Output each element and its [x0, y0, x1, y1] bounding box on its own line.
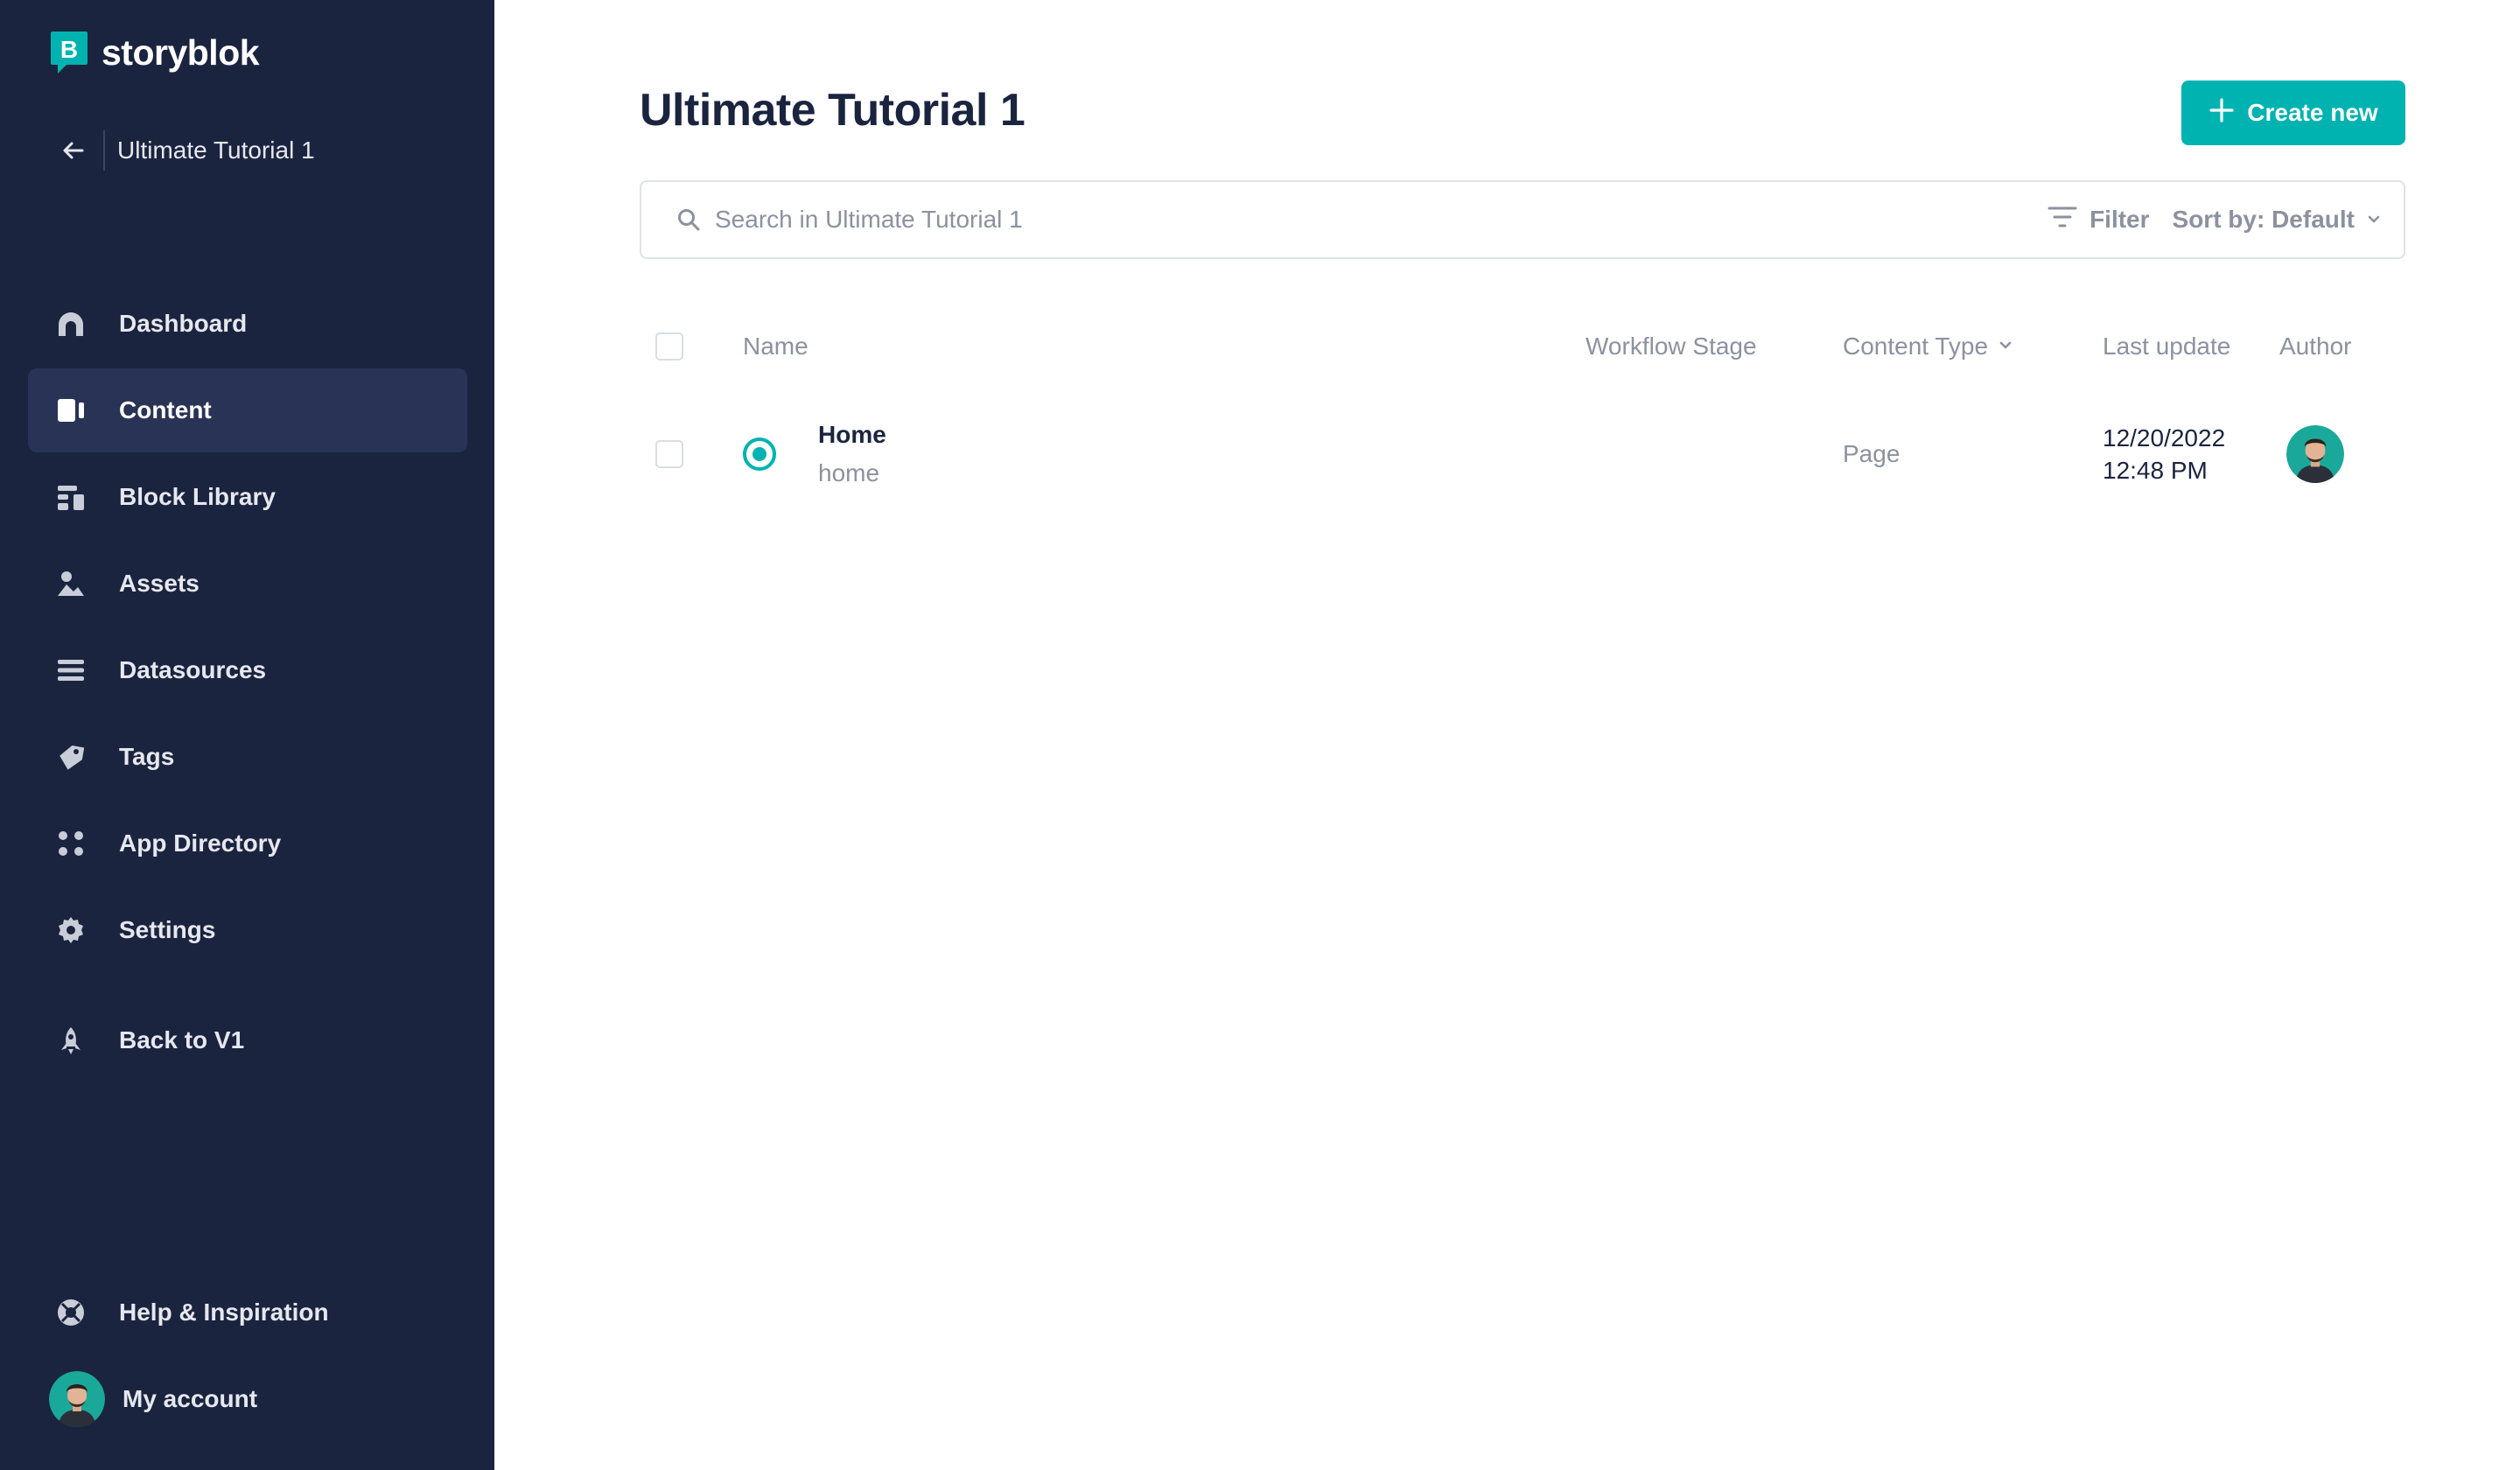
sidebar-item-label: Block Library	[119, 483, 276, 510]
column-header-last-update[interactable]: Last update	[2103, 332, 2230, 360]
sidebar-item-label: Content	[119, 396, 212, 424]
create-new-label: Create new	[2247, 99, 2378, 126]
filter-icon	[2048, 205, 2077, 235]
project-back-link[interactable]: Ultimate Tutorial 1	[49, 130, 315, 171]
filter-button[interactable]: Filter	[2048, 205, 2150, 235]
datasources-icon	[54, 654, 88, 687]
last-update-cell: 12/20/2022 12:48 PM	[2103, 422, 2225, 486]
sidebar-item-label: Dashboard	[119, 310, 248, 337]
block-library-icon	[54, 480, 88, 514]
arrow-left-icon	[58, 135, 89, 166]
sidebar-item-label: App Directory	[119, 830, 282, 857]
sidebar-item-label: Help & Inspiration	[119, 1298, 329, 1326]
column-header-author[interactable]: Author	[2279, 332, 2352, 360]
author-avatar[interactable]	[2286, 425, 2344, 483]
sidebar-item-label: Settings	[119, 916, 216, 943]
sidebar-item-settings[interactable]: Settings	[28, 888, 467, 972]
sidebar-item-dashboard[interactable]: Dashboard	[28, 282, 467, 366]
page-title: Ultimate Tutorial 1	[640, 85, 1026, 136]
search-icon	[676, 207, 701, 232]
create-new-button[interactable]: Create new	[2181, 80, 2405, 145]
update-date: 12/20/2022	[2103, 424, 2226, 452]
lifebuoy-icon	[54, 1296, 88, 1329]
sidebar-item-tags[interactable]: Tags	[28, 715, 467, 799]
divider	[103, 130, 105, 171]
sidebar-item-app-directory[interactable]: App Directory	[28, 802, 467, 886]
table-header: Name Workflow Stage Content Type Last up…	[640, 320, 2405, 373]
sidebar-item-label: Tags	[119, 743, 175, 770]
main-content: Ultimate Tutorial 1 Create new Filter So…	[494, 0, 2520, 1470]
svg-text:B: B	[60, 36, 78, 63]
sidebar-nav: Dashboard Content Block Library Assets D…	[28, 282, 467, 1085]
column-header-label: Content Type	[1843, 332, 1989, 360]
app-directory-icon	[54, 827, 88, 860]
update-time: 12:48 PM	[2103, 457, 2208, 484]
table-row[interactable]: Home home Page 12/20/2022 12:48 PM	[640, 406, 2405, 502]
column-header-content-type[interactable]: Content Type	[1843, 320, 2014, 373]
rocket-icon	[54, 1024, 88, 1057]
sidebar-item-block-library[interactable]: Block Library	[28, 455, 467, 539]
sidebar-item-datasources[interactable]: Datasources	[28, 628, 467, 712]
avatar	[49, 1371, 105, 1427]
row-checkbox[interactable]	[655, 440, 683, 468]
sidebar-item-label: Datasources	[119, 656, 267, 683]
gear-icon	[54, 914, 88, 947]
sidebar-footer: Help & Inspiration My account	[28, 1270, 467, 1441]
sidebar-item-label: Back to V1	[119, 1026, 245, 1054]
chevron-down-icon	[1997, 336, 2014, 358]
chevron-down-icon	[2365, 206, 2383, 234]
select-all-checkbox[interactable]	[655, 332, 683, 360]
search-bar: Filter Sort by: Default	[640, 180, 2405, 259]
project-name: Ultimate Tutorial 1	[117, 136, 315, 164]
dashboard-icon	[54, 307, 88, 340]
sidebar-item-label: Assets	[119, 570, 200, 597]
filter-label: Filter	[2090, 206, 2150, 233]
column-header-name[interactable]: Name	[743, 332, 808, 360]
sidebar-item-help[interactable]: Help & Inspiration	[28, 1270, 467, 1354]
story-name[interactable]: Home	[818, 421, 886, 449]
plus-icon	[2208, 97, 2235, 130]
search-input[interactable]	[715, 193, 2048, 246]
sidebar-item-back-to-v1[interactable]: Back to V1	[28, 998, 467, 1082]
sidebar: B storyblok Ultimate Tutorial 1 Dashboar…	[0, 0, 494, 1470]
brand-logo[interactable]: B storyblok	[49, 30, 260, 75]
sidebar-item-content[interactable]: Content	[28, 368, 467, 452]
account-label: My account	[122, 1385, 258, 1412]
published-status-icon	[743, 438, 776, 471]
brand-name: storyblok	[102, 32, 260, 73]
story-slug: home	[818, 459, 880, 486]
tag-icon	[54, 740, 88, 774]
my-account-button[interactable]: My account	[28, 1357, 467, 1441]
assets-icon	[54, 567, 88, 600]
sidebar-item-assets[interactable]: Assets	[28, 542, 467, 626]
content-icon	[54, 394, 88, 427]
content-type-cell: Page	[1843, 440, 1900, 467]
sort-label: Sort by: Default	[2172, 206, 2355, 233]
sort-dropdown[interactable]: Sort by: Default	[2173, 206, 2383, 234]
column-header-workflow-stage[interactable]: Workflow Stage	[1586, 332, 1757, 360]
storyblok-logo-icon: B	[49, 30, 89, 75]
